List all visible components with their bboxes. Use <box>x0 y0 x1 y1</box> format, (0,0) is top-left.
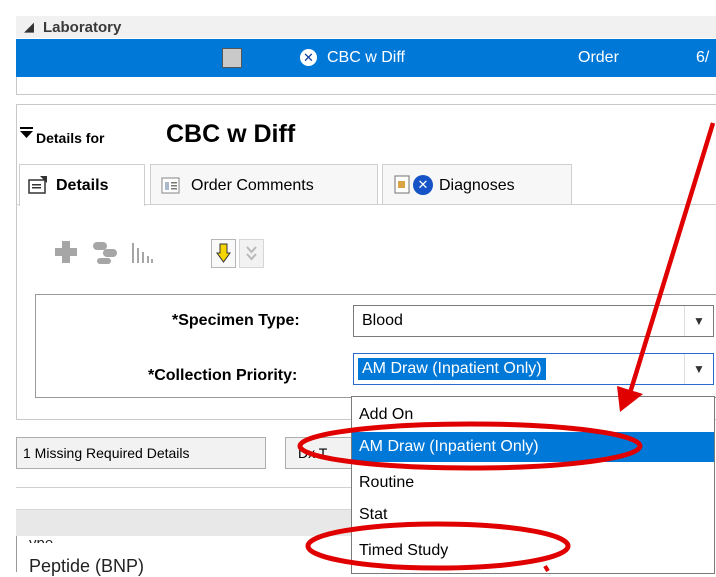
partial-text-top: ype <box>29 535 53 543</box>
collection-priority-select[interactable]: AM Draw (Inpatient Only) ▼ <box>353 353 714 385</box>
divider <box>16 487 352 488</box>
order-list-gap <box>16 77 716 95</box>
yellow-down-arrow-icon <box>216 243 231 263</box>
add-icon[interactable] <box>54 238 78 266</box>
specimen-type-value: Blood <box>362 312 403 329</box>
dropdown-option-label: Add On <box>359 406 414 423</box>
dropdown-option-add-on[interactable]: Add On <box>352 400 714 430</box>
collection-priority-dropdown-list[interactable]: Add On AM Draw (Inpatient Only) Routine … <box>351 396 715 574</box>
dropdown-option-label: Timed Study <box>359 542 449 559</box>
missing-required-details-button[interactable]: 1 Missing Required Details <box>16 437 266 469</box>
order-item-peptide-bnp[interactable]: Peptide (BNP) <box>29 556 144 577</box>
details-for-label: Details for <box>36 130 105 146</box>
comments-tab-icon <box>161 177 180 194</box>
next-required-button[interactable] <box>211 239 236 268</box>
order-date: 6/ <box>696 49 710 66</box>
dropdown-option-label: Routine <box>359 474 415 491</box>
diagnoses-x-icon: ✕ <box>413 175 433 195</box>
chevron-down-icon[interactable]: ▼ <box>684 354 713 384</box>
column-header-bar <box>16 509 352 537</box>
collection-priority-value: AM Draw (Inpatient Only) <box>358 358 546 380</box>
chevron-down-icon[interactable]: ▼ <box>684 306 713 336</box>
tab-diagnoses[interactable]: ✕ Diagnoses <box>382 164 572 205</box>
dropdown-option-timed-study[interactable]: Timed Study <box>352 536 714 566</box>
tab-details[interactable]: Details <box>19 164 145 206</box>
specimen-type-select[interactable]: Blood ▼ <box>353 305 714 337</box>
tab-diagnoses-label: Diagnoses <box>439 177 515 194</box>
diagnoses-document-icon <box>394 175 410 194</box>
dx-table-button[interactable]: Dx T <box>285 437 357 469</box>
link-orders-icon[interactable] <box>91 238 119 266</box>
collection-priority-label: *Collection Priority: <box>148 367 298 384</box>
dropdown-option-routine[interactable]: Routine <box>352 468 714 498</box>
double-chevron-down-icon <box>246 246 257 261</box>
laboratory-section-header[interactable]: ◢ Laboratory <box>16 16 716 38</box>
dropdown-option-stat[interactable]: Stat <box>352 500 714 530</box>
order-name: CBC w Diff <box>327 49 405 66</box>
missing-required-details-label: 1 Missing Required Details <box>23 445 190 461</box>
order-row-cbc[interactable]: ✕ CBC w Diff Order 6/ <box>16 39 716 77</box>
tab-order-comments[interactable]: Order Comments <box>150 164 378 205</box>
dropdown-option-am-draw[interactable]: AM Draw (Inpatient Only) <box>352 432 714 462</box>
collapse-triangle-icon[interactable]: ◢ <box>24 19 34 35</box>
order-checkbox[interactable] <box>222 48 242 68</box>
dx-table-label: Dx T <box>298 445 328 461</box>
details-tab-icon <box>28 176 47 194</box>
collapse-details-arrow-icon[interactable] <box>20 126 33 139</box>
unsigned-order-x-icon: ✕ <box>300 49 317 66</box>
details-order-name: CBC w Diff <box>166 120 296 148</box>
tab-details-label: Details <box>56 177 109 194</box>
specimen-type-label: *Specimen Type: <box>172 312 300 329</box>
laboratory-title: Laboratory <box>43 19 122 36</box>
results-chart-icon[interactable] <box>130 240 156 266</box>
order-type: Order <box>578 49 619 66</box>
dropdown-option-label: AM Draw (Inpatient Only) <box>359 438 539 455</box>
last-required-button[interactable] <box>239 239 264 268</box>
tab-order-comments-label: Order Comments <box>191 177 314 194</box>
dropdown-option-label: Stat <box>359 506 388 523</box>
